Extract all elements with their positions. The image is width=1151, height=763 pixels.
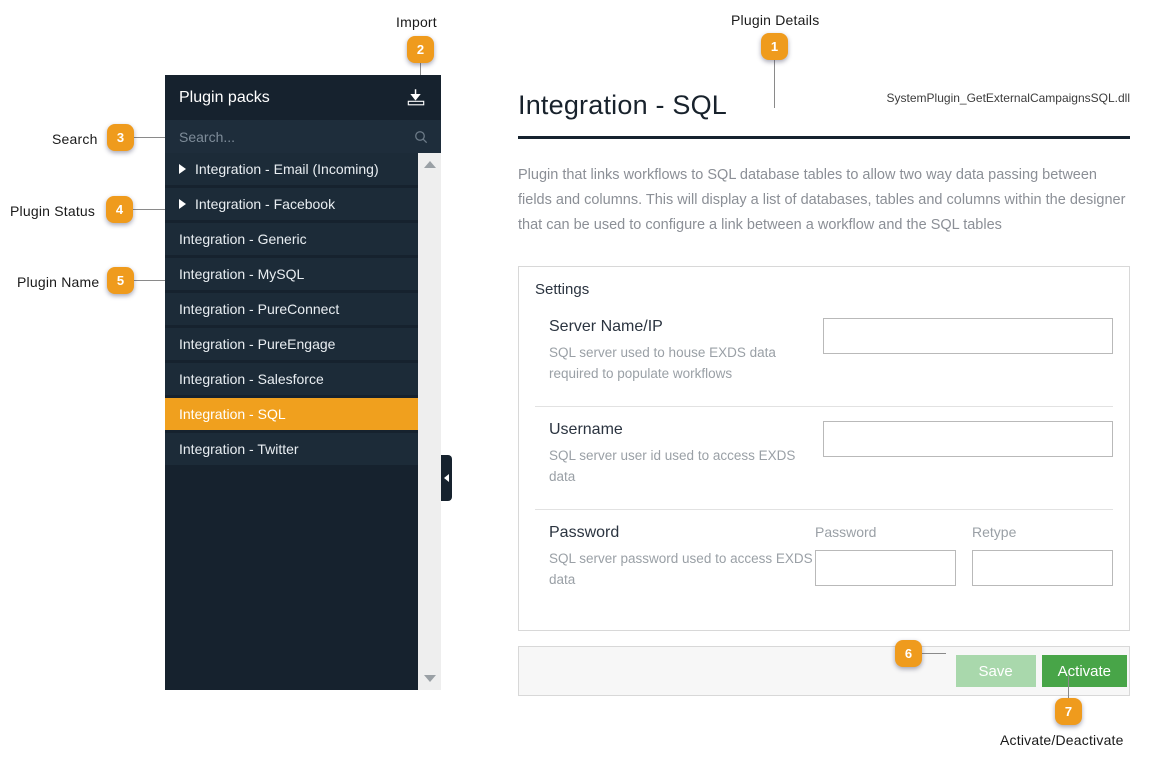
list-item-label: Integration - MySQL: [179, 266, 305, 282]
setting-row-server-name: Server Name/IP SQL server used to house …: [535, 304, 1113, 406]
list-item[interactable]: Integration - PureConnect: [165, 293, 418, 325]
plugin-list: Integration - Email (Incoming) Integrati…: [165, 153, 418, 468]
username-input[interactable]: [823, 421, 1113, 457]
callout-badge-6: 6: [895, 640, 922, 667]
callout-badge-3: 3: [107, 124, 134, 151]
panel-collapse-handle[interactable]: [441, 455, 452, 501]
list-item-label: Integration - Email (Incoming): [195, 161, 379, 177]
field-group: [823, 421, 1113, 457]
plugin-packs-panel: Plugin packs I: [165, 75, 441, 690]
setting-text-block: Password SQL server password used to acc…: [535, 524, 815, 590]
setting-fields: [823, 318, 1113, 354]
setting-text-block: Username SQL server user id used to acce…: [535, 421, 823, 487]
title-divider: [518, 136, 1130, 139]
callout-label-activate-deactivate: Activate/Deactivate: [1000, 732, 1124, 748]
setting-row-password: Password SQL server password used to acc…: [535, 509, 1113, 612]
settings-heading: Settings: [535, 281, 590, 298]
action-bar: Save Activate: [518, 646, 1130, 696]
search-icon[interactable]: [413, 129, 429, 145]
list-item[interactable]: Integration - Salesforce: [165, 363, 418, 395]
list-item[interactable]: Integration - Generic: [165, 223, 418, 255]
callout-label-plugin-status: Plugin Status: [10, 203, 96, 219]
plugin-filename: SystemPlugin_GetExternalCampaignsSQL.dll: [886, 91, 1130, 105]
setting-text-block: Server Name/IP SQL server used to house …: [535, 318, 823, 384]
field-caption-retype: Retype: [972, 524, 1017, 540]
retype-password-input[interactable]: [972, 550, 1113, 586]
plugin-description: Plugin that links workflows to SQL datab…: [518, 167, 1126, 233]
setting-label: Password: [549, 524, 620, 541]
setting-row-username: Username SQL server user id used to acce…: [535, 406, 1113, 509]
field-group-password: Password: [815, 524, 956, 586]
callout-leader-7: [1068, 676, 1069, 700]
panel-title-bar: Plugin packs: [165, 75, 441, 120]
setting-help-text: SQL server user id used to access EXDS d…: [549, 448, 796, 484]
callout-badge-2: 2: [407, 36, 434, 63]
callout-label-import: Import: [396, 14, 437, 30]
chevron-left-icon: [443, 474, 449, 482]
plugin-list-container: Integration - Email (Incoming) Integrati…: [165, 153, 441, 690]
chevron-up-icon[interactable]: [423, 161, 436, 168]
setting-fields: Password Retype: [815, 524, 1113, 586]
callout-label-plugin-details: Plugin Details: [731, 12, 820, 28]
callout-badge-7: 7: [1055, 698, 1082, 725]
setting-fields: [823, 421, 1113, 457]
callout-leader-6: [922, 653, 946, 654]
import-icon[interactable]: [405, 87, 427, 109]
callout-badge-1: 1: [761, 33, 788, 60]
list-item[interactable]: Integration - Facebook: [165, 188, 418, 220]
setting-help-text: SQL server used to house EXDS data requi…: [549, 345, 776, 381]
chevron-right-icon[interactable]: [179, 199, 186, 209]
list-item[interactable]: Integration - MySQL: [165, 258, 418, 290]
search-input[interactable]: [177, 127, 392, 146]
search-bar[interactable]: [165, 120, 441, 153]
callout-label-plugin-name: Plugin Name: [17, 274, 100, 290]
server-name-input[interactable]: [823, 318, 1113, 354]
password-input[interactable]: [815, 550, 956, 586]
list-item-selected[interactable]: Integration - SQL: [165, 398, 418, 430]
field-caption-password: Password: [815, 524, 877, 540]
settings-card: Settings Server Name/IP SQL server used …: [518, 266, 1130, 631]
chevron-right-icon[interactable]: [179, 164, 186, 174]
activate-button[interactable]: Activate: [1041, 655, 1127, 687]
list-item-label: Integration - PureEngage: [179, 336, 336, 352]
field-group: [823, 318, 1113, 354]
callout-leader-1: [774, 60, 775, 108]
list-item-label: Integration - PureConnect: [179, 301, 340, 317]
list-item-label: Integration - Twitter: [179, 441, 299, 457]
list-item-label: Integration - Facebook: [195, 196, 336, 212]
list-scrollbar[interactable]: [418, 153, 441, 690]
setting-help-text: SQL server password used to access EXDS …: [549, 551, 813, 587]
page-title: Plugin packs: [179, 88, 270, 106]
list-item-label: Integration - SQL: [179, 406, 286, 422]
field-group-retype: Retype: [972, 524, 1113, 586]
chevron-down-icon[interactable]: [423, 675, 436, 682]
save-button[interactable]: Save: [955, 655, 1036, 687]
list-item[interactable]: Integration - Twitter: [165, 433, 418, 465]
list-item[interactable]: Integration - Email (Incoming): [165, 153, 418, 185]
list-item[interactable]: Integration - PureEngage: [165, 328, 418, 360]
callout-badge-4: 4: [106, 196, 133, 223]
screenshot-root: Plugin Details 1 Import 2 Search 3 Plugi…: [0, 0, 1151, 763]
list-item-label: Integration - Salesforce: [179, 371, 324, 387]
callout-label-search: Search: [52, 131, 98, 147]
setting-label: Server Name/IP: [549, 318, 663, 335]
callout-badge-5: 5: [107, 267, 134, 294]
list-item-label: Integration - Generic: [179, 231, 307, 247]
plugin-detail-pane: Integration - SQL SystemPlugin_GetExtern…: [518, 78, 1130, 696]
setting-label: Username: [549, 421, 623, 438]
